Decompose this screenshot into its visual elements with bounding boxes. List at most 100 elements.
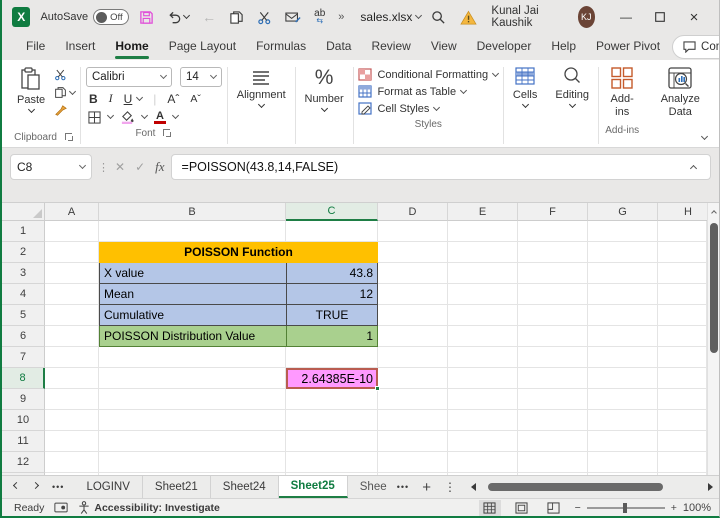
grid-cell[interactable] [588,347,658,368]
addins-button[interactable]: Add-ins [604,64,641,121]
grid-cell[interactable] [588,242,658,263]
active-cell-C8[interactable]: 2.64385E-10 [286,368,380,391]
scroll-up-icon[interactable] [708,203,719,219]
cut-button[interactable] [54,68,75,81]
fill-handle[interactable] [375,386,380,391]
copy-icon[interactable] [229,10,244,25]
grid-cell[interactable] [448,326,518,347]
grid-cell[interactable] [588,410,658,431]
row-header-6[interactable]: 6 [2,326,45,347]
grid-cell[interactable] [518,368,588,389]
row-header-5[interactable]: 5 [2,305,45,326]
ribbon-tab-developer[interactable]: Developer [467,35,542,59]
grid-cell[interactable] [518,389,588,410]
grid-cell[interactable] [45,368,99,389]
grid-cell[interactable] [45,389,99,410]
grid-cell[interactable] [378,389,448,410]
cell-styles-button[interactable]: Cell Styles [358,102,498,115]
grid-cell[interactable] [45,452,99,473]
row-header-3[interactable]: 3 [2,263,45,284]
macro-record-icon[interactable] [54,502,68,513]
grid-cell[interactable] [99,389,286,410]
decrease-font-button[interactable]: Aˇ [190,93,201,105]
grid-cell[interactable] [45,347,99,368]
row-header-2[interactable]: 2 [2,242,45,263]
grid-cell[interactable] [99,221,286,242]
ribbon-tab-file[interactable]: File [16,35,55,59]
copy-dropdown-icon[interactable] [69,87,77,95]
grid-cell[interactable] [518,242,588,263]
grid-cell[interactable] [588,473,658,475]
grid-cell[interactable] [448,242,518,263]
ribbon-tab-formulas[interactable]: Formulas [246,35,316,59]
grid-cell[interactable] [378,305,448,326]
analyze-data-button[interactable]: Analyze Data [651,64,710,121]
grid-cell[interactable] [588,221,658,242]
grid-cell[interactable] [45,305,99,326]
grid-cell[interactable] [99,452,286,473]
row-header-1[interactable]: 1 [2,221,45,242]
grid-cell[interactable] [448,410,518,431]
grid-cell[interactable] [45,473,99,475]
cells-dropdown-icon[interactable] [521,100,529,108]
zoom-in-icon[interactable]: + [671,502,677,514]
hscroll-right-icon[interactable] [708,483,713,491]
user-name[interactable]: Kunal Jai Kaushik [491,5,563,29]
grid-cell[interactable] [286,347,378,368]
sheet-tab-shee[interactable]: Shee [348,476,388,498]
vertical-scrollbar[interactable] [707,203,719,475]
grid-cell[interactable] [518,305,588,326]
replace-icon[interactable]: ab ⇆ [314,9,325,25]
grid-cell[interactable] [448,305,518,326]
row-header-8[interactable]: 8 [2,368,45,389]
grid-cell[interactable] [45,221,99,242]
zoom-out-icon[interactable]: − [575,502,581,514]
select-all-corner[interactable] [2,203,45,221]
zoom-level[interactable]: 100% [683,502,711,514]
ribbon-tab-review[interactable]: Review [361,35,420,59]
undo-button[interactable] [167,10,191,25]
grid-cell[interactable] [286,389,378,410]
table-row-value[interactable]: 43.8 [286,263,378,284]
page-break-view-button[interactable] [543,500,565,516]
grid-cell[interactable] [658,242,707,263]
grid-cell[interactable] [588,305,658,326]
insert-function-icon[interactable]: fx [155,159,164,175]
column-header-A[interactable]: A [45,203,99,221]
paste-dropdown-icon[interactable] [27,105,35,113]
horizontal-scroll-thumb[interactable] [487,483,663,491]
grid-cell[interactable] [448,431,518,452]
grid-cell[interactable] [286,431,378,452]
autosave-switch[interactable]: Off [93,9,130,25]
grid-cell[interactable] [378,368,448,389]
grid-cell[interactable] [99,473,286,475]
grid-cell[interactable] [658,410,707,431]
grid-cell[interactable] [99,368,286,389]
avatar[interactable]: KJ [577,6,595,28]
document-title[interactable]: sales.xlsx [360,10,423,24]
grid-cell[interactable] [658,347,707,368]
conditional-formatting-button[interactable]: Conditional Formatting [358,68,500,81]
grid-cell[interactable] [658,473,707,475]
more-sheets-icon[interactable]: ••• [397,482,409,492]
borders-dropdown-icon[interactable] [106,111,114,120]
close-button[interactable]: × [677,2,711,32]
zoom-slider[interactable] [586,502,665,513]
clipboard-dialog-launcher-icon[interactable] [64,133,74,142]
ribbon-tab-power-pivot[interactable]: Power Pivot [586,35,670,59]
number-button[interactable]: % Number [301,64,348,114]
grid-cell[interactable] [286,473,378,475]
grid-cell[interactable] [378,431,448,452]
grid-cell[interactable] [99,347,286,368]
table-row-label[interactable]: Mean [99,284,286,305]
vertical-scroll-thumb[interactable] [710,223,718,353]
name-box-dropdown-icon[interactable] [78,161,87,170]
cell-styles-dropdown-icon[interactable] [433,103,441,111]
grid-cell[interactable] [448,368,518,389]
formula-input[interactable]: =POISSON(43.8,14,FALSE) [170,154,711,180]
grid-cell[interactable] [448,347,518,368]
font-name-select[interactable]: Calibri [85,67,172,87]
grid-cell[interactable] [448,389,518,410]
grid-cell[interactable] [45,263,99,284]
horizontal-scrollbar[interactable] [465,476,719,498]
